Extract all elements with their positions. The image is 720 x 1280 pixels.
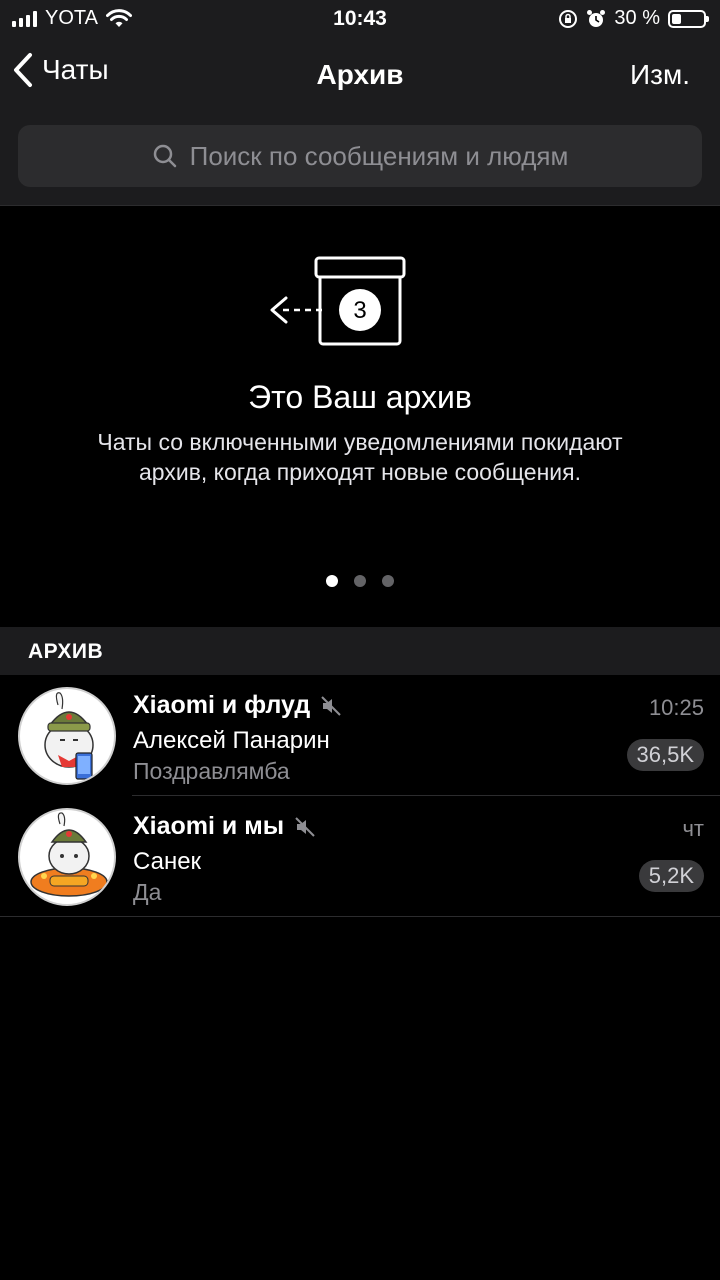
battery-icon: [668, 9, 709, 28]
search-placeholder: Поиск по сообщениям и людям: [189, 140, 569, 171]
chat-name: Xiaomi и мы: [133, 812, 316, 841]
chat-preview: Да: [133, 879, 162, 905]
chat-sender: Алексей Панарин: [133, 727, 330, 754]
page-indicator[interactable]: [0, 575, 720, 587]
divider: [0, 916, 720, 917]
page-dot[interactable]: [326, 575, 338, 587]
status-bar: YOTA 10:43 30 %: [0, 0, 720, 38]
archive-box-icon: 3: [270, 256, 406, 346]
chat-name: Xiaomi и флуд: [133, 691, 342, 720]
chat-row-xiaomi-flood[interactable]: Xiaomi и флуд Алексей Панарин Поздравлям…: [0, 675, 720, 796]
archive-info-panel[interactable]: 3 Это Ваш архив Чаты со включенными увед…: [0, 207, 720, 627]
orientation-lock-icon: [559, 9, 578, 28]
unread-badge: 5,2K: [638, 860, 704, 892]
alarm-icon: [587, 9, 606, 27]
section-header: АРХИВ: [0, 627, 720, 675]
status-right: 30 %: [558, 7, 709, 30]
muted-icon: [321, 695, 341, 716]
chat-title: Xiaomi и флуд: [133, 691, 311, 719]
edit-button[interactable]: Изм.: [630, 59, 690, 91]
page-dot[interactable]: [382, 575, 394, 587]
archive-count: 3: [353, 297, 366, 324]
unread-badge: 36,5K: [626, 739, 704, 771]
page-title: Архив: [316, 59, 404, 90]
chat-time: чт: [682, 816, 704, 841]
top-area: YOTA 10:43 30 % Чаты Архив Изм. Поиск по…: [0, 0, 720, 206]
avatar: [18, 687, 116, 785]
search-icon: [153, 144, 176, 168]
battery-percent: 30 %: [614, 7, 660, 29]
avatar: [18, 808, 116, 906]
chat-time: 10:25: [648, 695, 704, 720]
info-heading: Это Ваш архив: [248, 379, 472, 415]
chat-sender: Санек: [133, 848, 202, 875]
section-label: АРХИВ: [28, 640, 104, 663]
chat-row-xiaomi-we[interactable]: Xiaomi и мы Санек Да чт 5,2K: [0, 796, 720, 917]
info-description: Чаты со включенными уведомлениями покида…: [97, 429, 623, 485]
page-dot[interactable]: [354, 575, 366, 587]
chat-title: Xiaomi и мы: [133, 812, 285, 840]
chat-preview: Поздравлямба: [133, 758, 290, 784]
muted-icon: [295, 816, 315, 837]
search-input[interactable]: Поиск по сообщениям и людям: [18, 125, 702, 187]
nav-bar: Чаты Архив Изм.: [0, 42, 720, 106]
